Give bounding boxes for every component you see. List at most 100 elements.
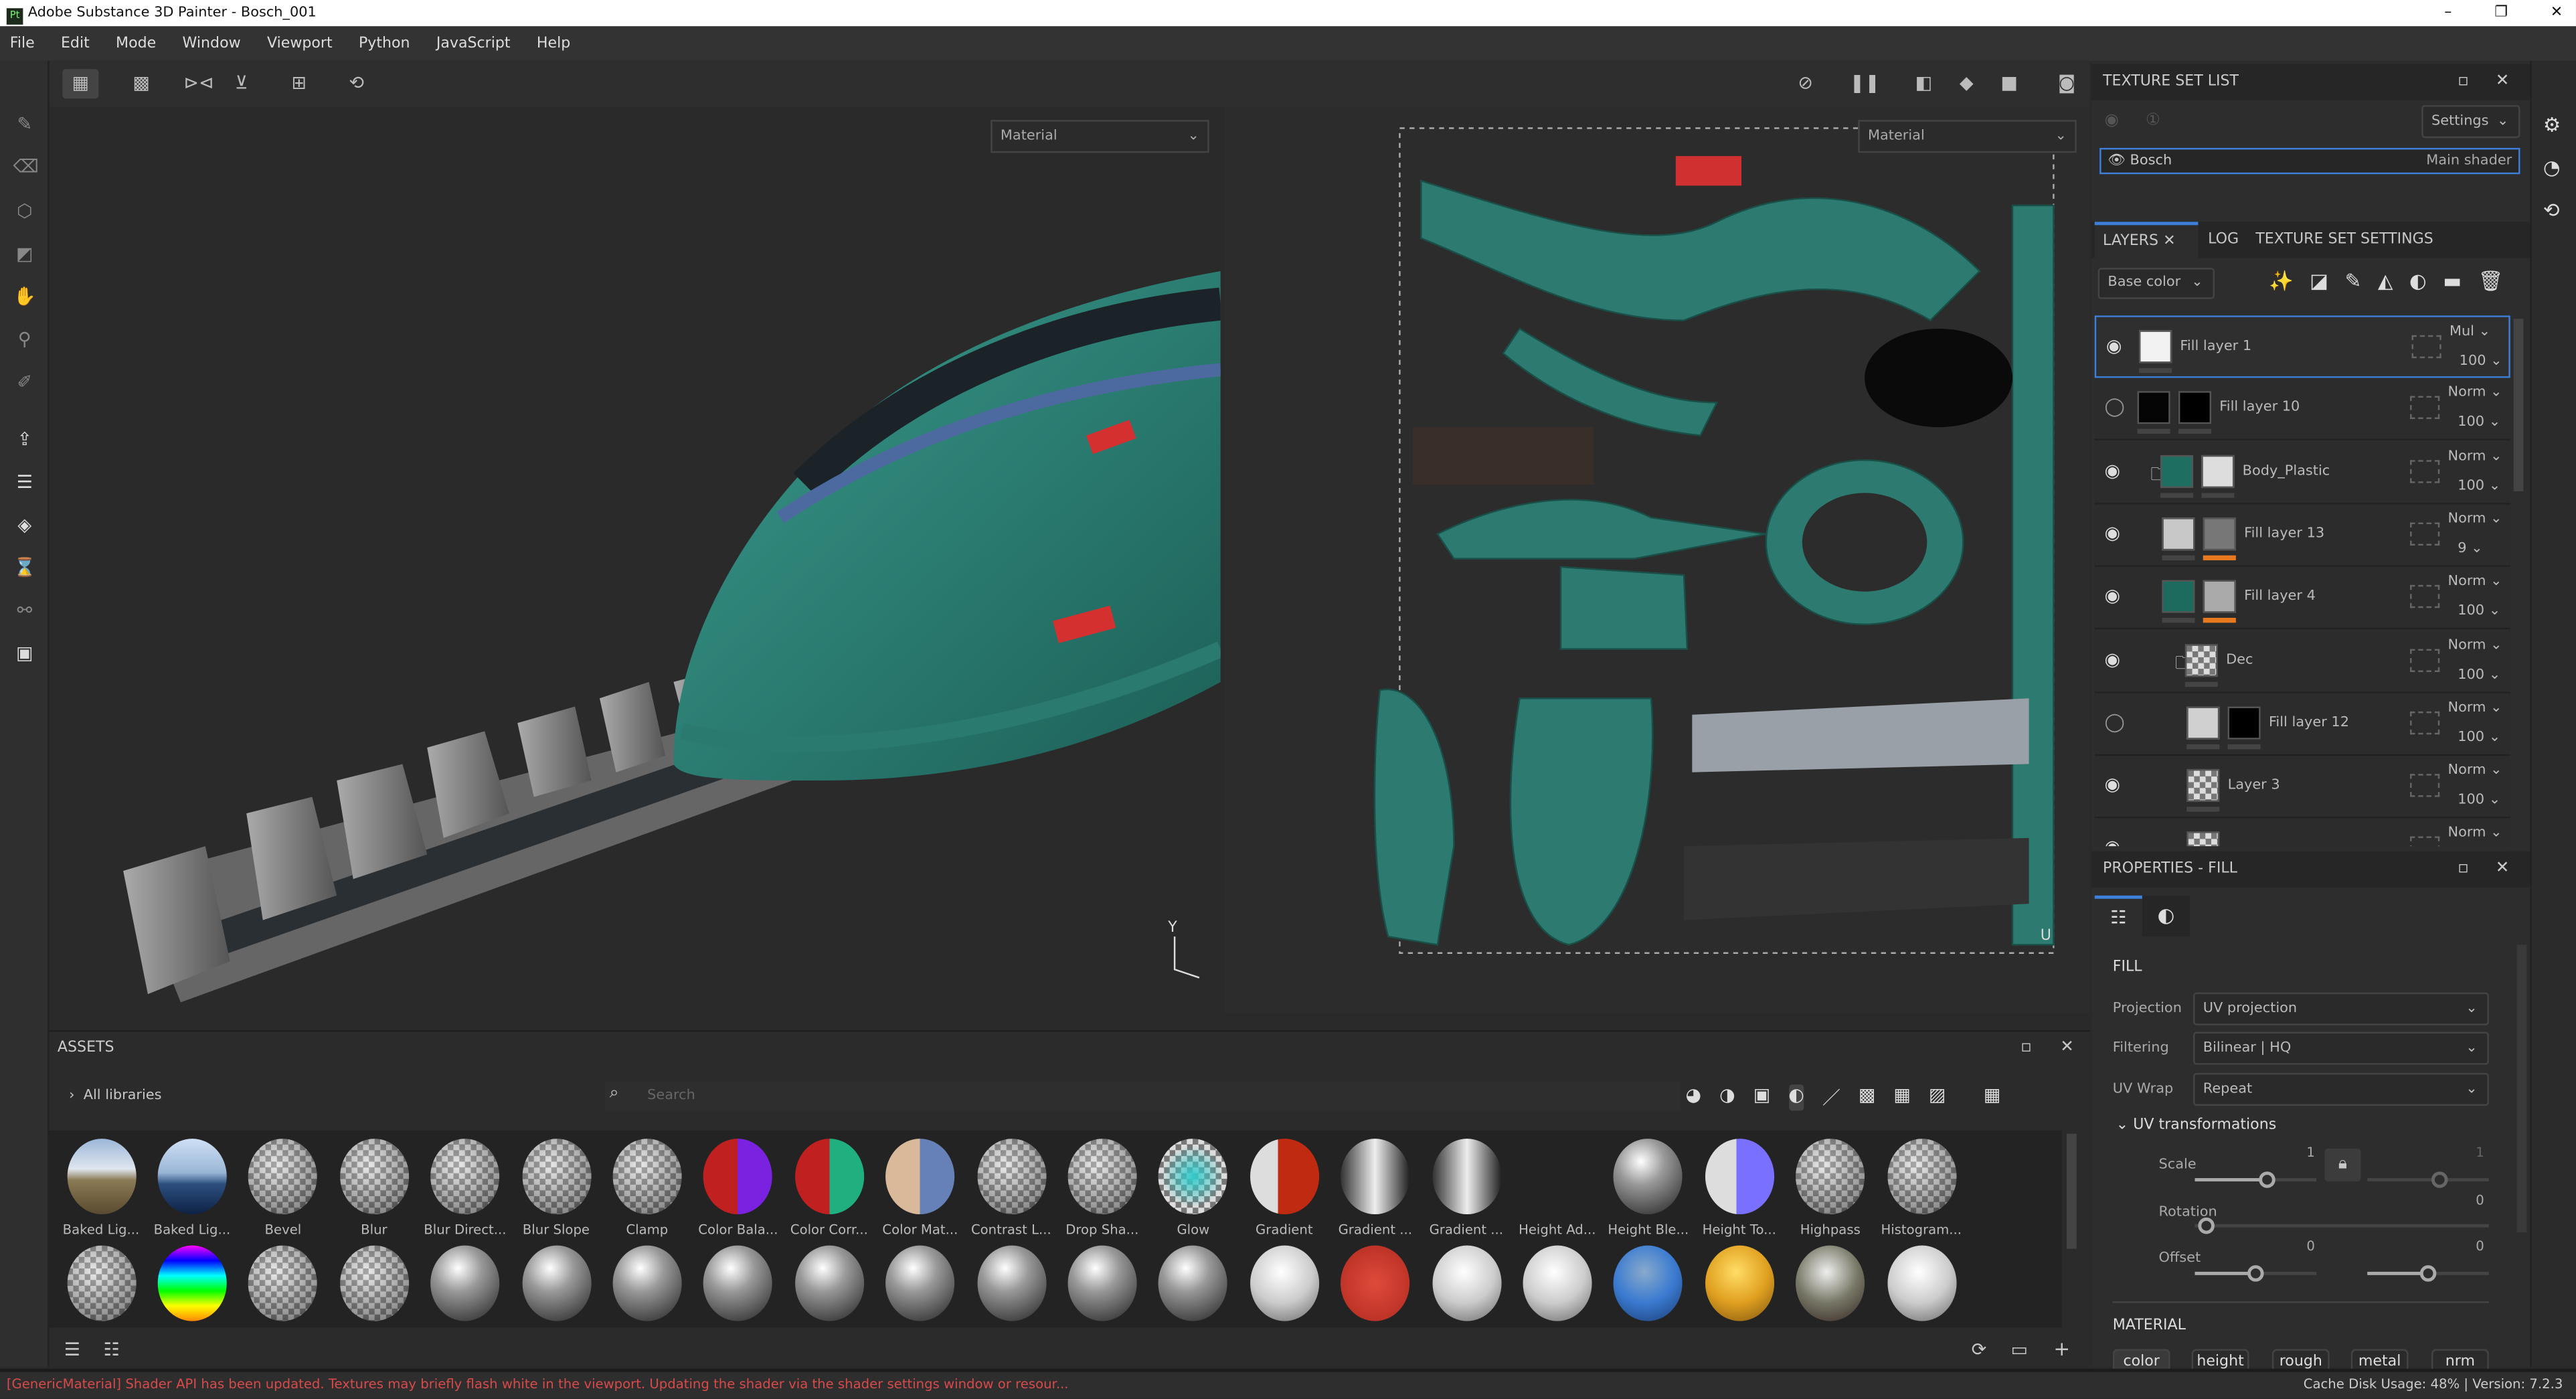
properties-scrollbar[interactable] [2516, 944, 2527, 1233]
eye-icon[interactable]: 👁︎ [2108, 153, 2126, 169]
layer-mask-slot[interactable] [2410, 585, 2440, 608]
asset-item[interactable]: Histogram [56, 1245, 146, 1328]
close-panel-icon[interactable]: ✕ [2496, 851, 2510, 888]
eye-closed-icon[interactable]: ◯ [2104, 711, 2124, 732]
filter-brushes-icon[interactable]: ／ [1822, 1084, 1840, 1110]
filter-materials-icon[interactable]: ◕ [1686, 1084, 1702, 1110]
asset-item[interactable]: MatFinish [602, 1245, 692, 1328]
uv-transformations-toggle[interactable]: ⌄ UV transformations [2116, 1117, 2277, 1134]
layer-mask-slot[interactable] [2410, 459, 2440, 483]
tab-layers[interactable]: LAYERS ✕ [2094, 222, 2199, 258]
layer-thumbnail[interactable] [2139, 330, 2172, 363]
display-settings-icon[interactable]: ⚙ [2543, 113, 2561, 136]
opacity-select[interactable]: 100 ⌄ [2458, 414, 2500, 431]
tab-log[interactable]: LOG [2208, 222, 2239, 258]
opacity-select[interactable]: 100 ⌄ [2458, 477, 2500, 494]
asset-item[interactable]: Blur Slope [511, 1139, 601, 1237]
asset-item[interactable]: MatFinish [1148, 1245, 1238, 1328]
channel-select[interactable]: Base color ⌄ [2097, 268, 2215, 299]
asset-item[interactable]: Glow [1148, 1139, 1238, 1237]
close-tab-icon[interactable]: ✕ [2163, 234, 2176, 250]
offset-u-slider[interactable] [2195, 1265, 2317, 1282]
asset-item[interactable]: Gradient [1239, 1139, 1329, 1237]
history-icon[interactable]: ⌛ [13, 557, 36, 580]
asset-item[interactable]: MatFx HP [1512, 1245, 1602, 1328]
settings-dropdown[interactable]: Settings ⌄ [2421, 105, 2520, 139]
layer-thumbnail[interactable] [2137, 391, 2170, 425]
viewport-3d-mode-select[interactable]: Material ⌄ [991, 120, 1209, 153]
mask-thumbnail[interactable] [2227, 706, 2261, 740]
lock-icon[interactable]: 🔒︎ [2324, 1148, 2361, 1181]
add-folder-icon[interactable]: ▬ [2443, 270, 2462, 293]
filter-smart-materials-icon[interactable]: ◑ [1719, 1084, 1735, 1110]
layer-mask-slot[interactable] [2410, 837, 2440, 847]
layer-row[interactable]: ◯ Fill layer 10 Norm ⌄ 100 ⌄ [2094, 378, 2510, 441]
eraser-icon[interactable]: ⌫ [13, 156, 39, 179]
blend-mode-select[interactable]: Norm ⌄ [2448, 762, 2502, 779]
layer-mask-slot[interactable] [2410, 648, 2440, 671]
layer-mask-slot[interactable] [2411, 335, 2441, 359]
layer-row[interactable]: ◉ Fill layer 1 Mul ⌄ 100 ⌄ [2094, 315, 2510, 378]
layer-thumbnail[interactable] [2186, 706, 2220, 740]
split-view-icon[interactable]: ◧ [1905, 69, 1942, 98]
asset-item[interactable]: MatFx Pee... [1694, 1245, 1784, 1328]
asset-item[interactable]: Baked Lig... [56, 1139, 146, 1237]
layer-mask-slot[interactable] [2410, 522, 2440, 546]
undock-icon[interactable]: ▫ [2021, 1038, 2032, 1056]
layer-thumbnail[interactable] [2160, 454, 2194, 488]
layer-row[interactable]: ◉ Fill layer 4 Norm ⌄ 100 ⌄ [2094, 567, 2510, 630]
scale-v-slider[interactable] [2367, 1171, 2489, 1188]
bake-icon[interactable]: ☰ [13, 471, 36, 494]
add-smart-material-icon[interactable]: ◐ [2409, 270, 2427, 293]
layer-row[interactable]: ◉ Fill layer 13 Norm ⌄ 9 ⌄ [2094, 504, 2510, 567]
camera-icon[interactable]: ■ [1991, 69, 2027, 98]
asset-item[interactable]: Baked Lig... [147, 1139, 237, 1237]
layer-thumbnail[interactable] [2186, 769, 2220, 803]
hide-icon[interactable]: ⊘ [1788, 69, 1824, 98]
opacity-select[interactable]: 9 ⌄ [2458, 540, 2482, 557]
add-effect-icon[interactable]: ✨ [2269, 270, 2294, 293]
layer-thumbnail[interactable] [2162, 580, 2195, 614]
minimize-button[interactable]: – [2444, 0, 2452, 26]
layer-mask-slot[interactable] [2410, 396, 2440, 420]
asset-item[interactable]: Invert [238, 1245, 328, 1328]
mirror-x-icon[interactable]: ⊳⊲ [181, 69, 217, 98]
add-paint-layer-icon[interactable]: ✎ [2345, 270, 2362, 293]
asset-item[interactable]: Bevel [238, 1139, 328, 1237]
rotation-slider[interactable] [2195, 1217, 2489, 1234]
tab-texture-set-settings[interactable]: TEXTURE SET SETTINGS [2255, 222, 2433, 258]
layer-row[interactable]: ◉ 🗀︎ Dec Norm ⌄ 100 ⌄ [2094, 630, 2510, 693]
projection-icon[interactable]: ⬡ [13, 200, 36, 223]
restore-button[interactable]: ❐ [2494, 0, 2508, 26]
menu-python[interactable]: Python [359, 35, 410, 52]
asset-item[interactable]: Color Corr... [784, 1139, 874, 1237]
add-fill-layer-icon[interactable]: ◭ [2378, 270, 2393, 293]
cube-icon[interactable]: ◆ [1948, 69, 1984, 98]
clone-icon[interactable]: ⚲ [13, 329, 36, 351]
add-mask-icon[interactable]: ◪ [2310, 270, 2328, 293]
asset-item[interactable]: MatFx Edg... [1421, 1245, 1511, 1328]
viewport-3d[interactable]: Y Material ⌄ [49, 106, 1221, 1014]
opacity-select[interactable]: 100 ⌄ [2458, 729, 2500, 746]
asset-item[interactable]: Clamp [602, 1139, 692, 1237]
layer-mask-slot[interactable] [2410, 774, 2440, 797]
layer-row[interactable]: ◯ Fill layer 12 Norm ⌄ 100 ⌄ [2094, 693, 2510, 756]
viewport-uv-mode-select[interactable]: Material ⌄ [1858, 120, 2077, 153]
asset-item[interactable]: MatFinish [875, 1245, 965, 1328]
layer-mask-slot[interactable] [2410, 711, 2440, 734]
add-icon[interactable]: + [2053, 1337, 2070, 1360]
asset-item[interactable]: MatFinish [511, 1245, 601, 1328]
grid-single-view-icon[interactable]: ▦ [62, 69, 99, 99]
close-button[interactable]: ✕ [2551, 0, 2563, 26]
asset-item[interactable]: Color Bala... [693, 1139, 783, 1237]
reset-view-icon[interactable]: ⟲ [339, 69, 375, 98]
filtering-select[interactable]: Bilinear | HQ ⌄ [2193, 1032, 2489, 1065]
layers-scrollbar[interactable] [2513, 319, 2524, 491]
viewport-uv[interactable]: U Material ⌄ [1223, 106, 2090, 1014]
close-panel-icon[interactable]: ✕ [2060, 1038, 2074, 1056]
asset-item[interactable]: MatFx Oil [1603, 1245, 1693, 1328]
asset-item[interactable]: Height To... [1694, 1139, 1784, 1237]
menu-help[interactable]: Help [537, 35, 570, 52]
undock-icon[interactable]: ▫ [2458, 64, 2469, 100]
grid-split-view-icon[interactable]: ▩ [123, 69, 159, 98]
